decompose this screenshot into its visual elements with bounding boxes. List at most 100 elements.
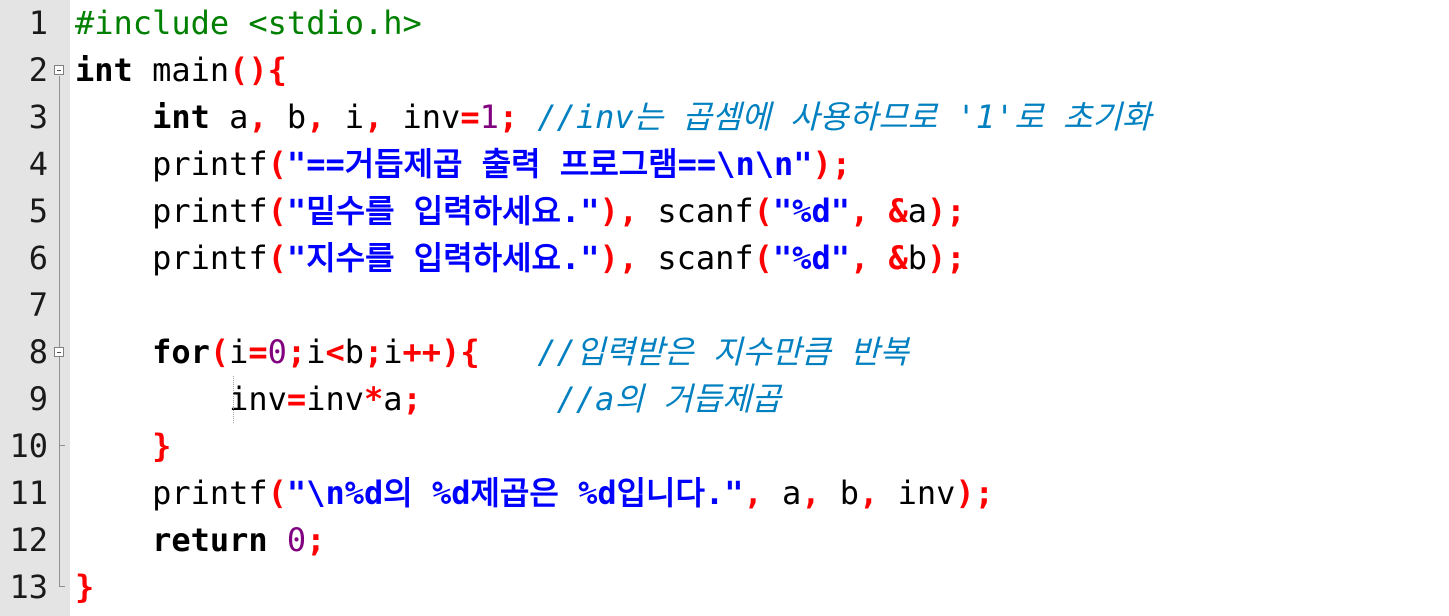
code-token: i <box>383 333 403 371</box>
line-number: 8 <box>28 333 48 371</box>
code-token: , <box>248 98 268 136</box>
line-number-gutter: 1 2 3 4 5 6 7 8 9 10 11 12 13 <box>0 0 70 616</box>
code-line[interactable]: ​ <box>75 282 1449 329</box>
code-token: } <box>75 568 95 606</box>
code-token: , <box>849 239 870 277</box>
code-token: ); <box>812 145 852 183</box>
code-token: i <box>229 333 249 371</box>
code-token: printf <box>75 474 268 512</box>
code-token: int <box>152 98 210 136</box>
code-token: ), <box>599 239 639 277</box>
code-token: //inv는 곱셈에 사용하므로 '1'로 초기화 <box>518 98 1152 136</box>
code-token: & <box>888 192 908 230</box>
code-token: #include <stdio.h> <box>75 4 422 42</box>
code-editor[interactable]: 1 2 3 4 5 6 7 8 9 10 11 12 13 #include <stdio.h> int … <box>0 0 1449 616</box>
line-number: 2 <box>28 51 48 89</box>
line-number: 12 <box>9 521 48 559</box>
line-number: 13 <box>9 568 48 606</box>
code-line[interactable]: int a, b, i, inv=1; //inv는 곱셈에 사용하므로 '1'… <box>75 94 1449 141</box>
code-token: printf <box>75 239 268 277</box>
fold-line <box>59 76 60 586</box>
line-number: 10 <box>9 427 48 465</box>
code-line[interactable]: for(i=0;i<b;i++){ //입력받은 지수만큼 반복 <box>75 329 1449 376</box>
code-token: , <box>849 192 870 230</box>
code-token: ), <box>599 192 639 230</box>
code-token: for <box>152 333 210 371</box>
code-token: ( <box>267 474 287 512</box>
code-token: ); <box>955 474 994 512</box>
code-token: //a의 거듭제곱 <box>421 380 781 418</box>
code-line[interactable]: } <box>75 564 1449 611</box>
indent-guide <box>233 376 234 423</box>
code-token: = <box>286 380 307 418</box>
code-token: 0 <box>286 521 307 559</box>
code-token: inv <box>306 380 364 418</box>
code-token: b <box>344 333 364 371</box>
code-token: "%d" <box>772 192 850 230</box>
code-token: , <box>306 98 326 136</box>
line-number: 4 <box>28 145 48 183</box>
code-token: a <box>209 98 249 136</box>
code-token: , <box>743 474 763 512</box>
code-token: * <box>363 380 384 418</box>
code-token: "==거듭제곱 출력 프로그램==\n\n" <box>286 145 813 183</box>
line-number: 7 <box>28 286 48 324</box>
code-token: ( <box>209 333 230 371</box>
code-token: ( <box>267 239 287 277</box>
code-token: int <box>75 51 133 89</box>
line-number: 6 <box>28 239 48 277</box>
fold-end-mark <box>59 445 65 446</box>
code-line[interactable]: return 0; <box>75 517 1449 564</box>
line-number: 9 <box>28 380 48 418</box>
fold-toggle-icon[interactable] <box>54 347 64 357</box>
code-token: < <box>325 333 345 371</box>
code-token: a <box>383 380 403 418</box>
fold-toggle-icon[interactable] <box>54 65 64 75</box>
code-token: ( <box>267 145 287 183</box>
code-area[interactable]: #include <stdio.h> int main(){ int a, b, … <box>70 0 1449 616</box>
code-token: main <box>132 51 230 89</box>
code-line[interactable]: inv=inv*a; //a의 거듭제곱 <box>75 376 1449 423</box>
fold-margin <box>52 0 70 616</box>
code-token: 1 <box>479 98 499 136</box>
code-token: "지수를 입력하세요." <box>286 239 600 277</box>
code-token: return <box>152 521 268 559</box>
code-token: , <box>801 474 821 512</box>
code-token: printf <box>75 192 268 230</box>
line-number: 3 <box>28 98 48 136</box>
code-line[interactable]: printf("밑수를 입력하세요."), scanf("%d", &a); <box>75 188 1449 235</box>
code-token: scanf <box>638 239 754 277</box>
code-token: } <box>152 427 172 465</box>
code-token: 0 <box>267 333 287 371</box>
code-token: ( <box>753 239 773 277</box>
fold-end-mark <box>59 586 65 587</box>
code-token: (){ <box>229 51 287 89</box>
line-numbers: 1 2 3 4 5 6 7 8 9 10 11 12 13 <box>0 0 50 611</box>
line-number: 11 <box>9 474 48 512</box>
code-line[interactable]: int main(){ <box>75 47 1449 94</box>
code-token: b <box>820 474 860 512</box>
line-number: 1 <box>28 4 48 42</box>
code-token: //입력받은 지수만큼 반복 <box>479 333 909 371</box>
code-token: inv <box>75 380 287 418</box>
code-token: scanf <box>638 192 754 230</box>
code-token: = <box>460 98 480 136</box>
code-token: ); <box>927 192 966 230</box>
code-token: ++){ <box>402 333 480 371</box>
code-token: ( <box>753 192 773 230</box>
code-line[interactable]: #include <stdio.h> <box>75 0 1449 47</box>
code-line[interactable]: printf("==거듭제곱 출력 프로그램==\n\n"); <box>75 141 1449 188</box>
code-token: & <box>888 239 908 277</box>
code-line[interactable]: } <box>75 423 1449 470</box>
code-token: a <box>762 474 802 512</box>
code-line[interactable]: printf("\n%d의 %d제곱은 %d입니다.", a, b, inv); <box>75 470 1449 517</box>
code-token: b <box>907 239 928 277</box>
code-token: "밑수를 입력하세요." <box>286 192 600 230</box>
code-line[interactable]: printf("지수를 입력하세요."), scanf("%d", &b); <box>75 235 1449 282</box>
